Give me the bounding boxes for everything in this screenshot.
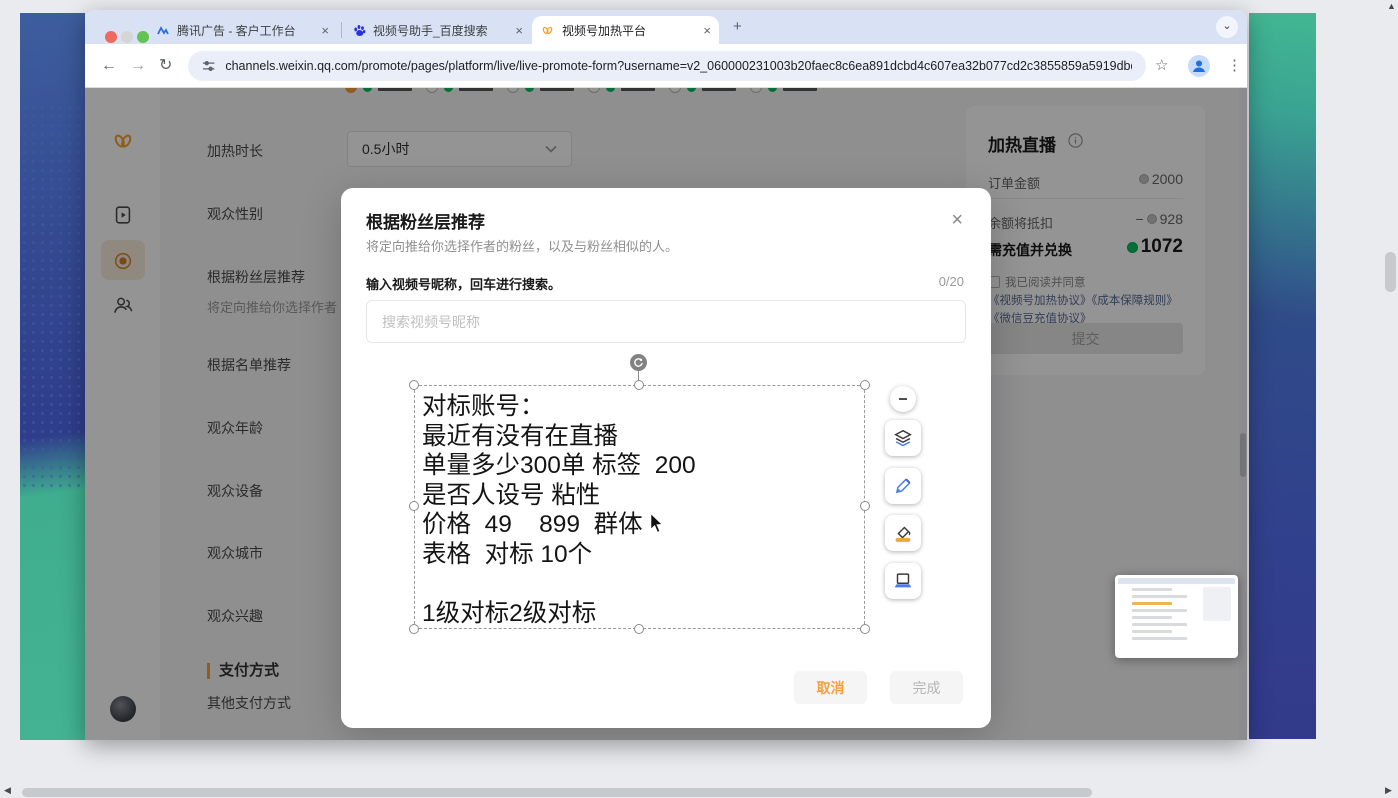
- tab-baidu-search[interactable]: 视频号助手_百度搜索 ×: [345, 16, 531, 44]
- desktop-wallpaper-left: [20, 13, 85, 740]
- horizontal-scrollbar-thumb[interactable]: [22, 788, 1092, 797]
- close-tab-icon[interactable]: ×: [321, 23, 329, 38]
- scroll-left-arrow[interactable]: ◀: [4, 786, 11, 795]
- search-instruction-label: 输入视频号昵称，回车进行搜索。: [366, 274, 561, 293]
- scroll-up-arrow[interactable]: ▲: [1387, 2, 1396, 11]
- close-tab-icon[interactable]: ×: [703, 23, 711, 38]
- back-button[interactable]: ←: [101, 55, 117, 77]
- fans-recommend-modal: 根据粉丝层推荐 × 将定向推给你选择作者的粉丝，以及与粉丝相似的人。 输入视频号…: [341, 188, 991, 728]
- tab-tencent-ads[interactable]: 腾讯广告 - 客户工作台 ×: [149, 16, 337, 44]
- close-tab-icon[interactable]: ×: [515, 23, 523, 38]
- char-counter: 0/20: [939, 274, 964, 289]
- done-button[interactable]: 完成: [890, 671, 963, 704]
- address-bar[interactable]: channels.weixin.qq.com/promote/pages/pla…: [188, 51, 1146, 81]
- browser-menu-icon[interactable]: ⋮: [1227, 55, 1242, 77]
- desktop-wallpaper-right: [1249, 13, 1316, 739]
- vertical-scrollbar-thumb[interactable]: [1385, 252, 1396, 292]
- new-tab-button[interactable]: +: [733, 18, 742, 35]
- tab-title: 视频号加热平台: [562, 22, 646, 39]
- scroll-right-arrow[interactable]: ▶: [1385, 786, 1392, 795]
- close-window-button[interactable]: [105, 31, 117, 43]
- tab-title: 视频号助手_百度搜索: [373, 22, 488, 39]
- modal-close-icon[interactable]: ×: [951, 210, 963, 230]
- wallpaper-dot-pattern: [20, 103, 85, 490]
- reload-button[interactable]: ↻: [159, 55, 172, 77]
- modal-subtitle: 将定向推给你选择作者的粉丝，以及与粉丝相似的人。: [366, 236, 678, 255]
- page-content: 加热时长 0.5小时 观众性别 根据粉丝层推荐 将定向推给你选择作者 根据名单推…: [85, 88, 1247, 740]
- modal-title: 根据粉丝层推荐: [366, 208, 485, 233]
- zoom-window-button[interactable]: [137, 31, 149, 43]
- bookmark-star-icon[interactable]: ☆: [1155, 55, 1168, 77]
- profile-avatar-icon[interactable]: [1188, 55, 1210, 77]
- tencent-ads-icon: [157, 24, 170, 37]
- minimize-window-button[interactable]: [121, 31, 133, 43]
- tab-search-chevron-icon[interactable]: ⌄: [1216, 16, 1238, 38]
- forward-button[interactable]: →: [130, 55, 146, 77]
- cancel-button[interactable]: 取消: [794, 671, 867, 704]
- profile-person-glyph: [1188, 55, 1210, 77]
- baidu-paw-icon: [353, 24, 366, 37]
- tab-title: 腾讯广告 - 客户工作台: [177, 22, 296, 39]
- channels-logo-icon: [540, 23, 555, 38]
- browser-window: 腾讯广告 - 客户工作台 × 视频号助手_百度搜索 × 视频号加热平台 × + …: [85, 10, 1247, 740]
- tab-strip: 腾讯广告 - 客户工作台 × 视频号助手_百度搜索 × 视频号加热平台 × + …: [85, 10, 1247, 44]
- site-settings-icon: [202, 59, 215, 73]
- browser-toolbar: ← → ↻ channels.weixin.qq.com/promote/pag…: [85, 44, 1247, 88]
- url-text: channels.weixin.qq.com/promote/pages/pla…: [225, 59, 1132, 73]
- tab-separator: [341, 22, 342, 38]
- tab-channels-platform[interactable]: 视频号加热平台 ×: [532, 16, 719, 44]
- nickname-search-input[interactable]: [366, 300, 966, 343]
